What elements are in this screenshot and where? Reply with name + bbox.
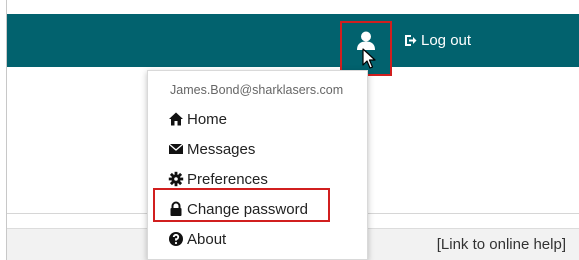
menu-item-preferences[interactable]: Preferences	[168, 168, 268, 190]
menu-item-messages[interactable]: Messages	[168, 138, 255, 160]
gear-icon	[168, 171, 184, 187]
menu-item-label: Preferences	[187, 170, 268, 188]
user-dropdown-menu: James.Bond@sharklasers.com Home Messages	[147, 70, 368, 260]
mouse-cursor-icon	[362, 48, 376, 69]
top-navbar	[7, 14, 579, 67]
user-email: James.Bond@sharklasers.com	[170, 83, 344, 97]
change-password-highlight	[153, 188, 330, 222]
menu-item-label: Home	[187, 110, 228, 128]
menu-item-label: Messages	[187, 140, 256, 158]
menu-item-about[interactable]: About	[168, 228, 226, 250]
question-circle-icon	[169, 232, 183, 246]
logout-label: Log out	[421, 31, 472, 49]
menu-item-home[interactable]: Home	[168, 108, 227, 130]
envelope-icon	[168, 143, 184, 154]
menu-item-label: About	[187, 230, 227, 248]
user-menu-button[interactable]	[340, 21, 392, 76]
logout-link[interactable]: Log out	[404, 30, 471, 50]
page-left-border	[0, 0, 7, 260]
sign-out-icon	[405, 34, 417, 46]
home-icon	[169, 112, 183, 126]
online-help-link[interactable]: [Link to online help]	[437, 236, 566, 253]
